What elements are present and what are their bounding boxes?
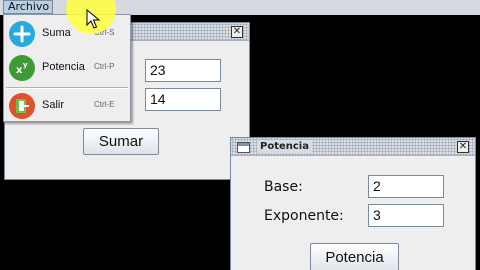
potencia-window: Potencia ✕ Base: 2 Exponente: 3 Potencia	[230, 137, 476, 270]
mouse-pointer-icon	[86, 9, 100, 29]
menu-item-label: Potencia	[42, 61, 85, 73]
svg-text:y: y	[23, 61, 28, 69]
archivo-dropdown: Suma Ctrl-S x y Potencia Ctrl-P Salir Ct…	[3, 14, 131, 122]
close-icon[interactable]: ✕	[231, 26, 243, 38]
exit-icon	[9, 93, 35, 119]
base-field[interactable]: 2	[368, 175, 444, 198]
exponente-label: Exponente:	[264, 208, 344, 224]
menu-item-accelerator: Ctrl-P	[94, 62, 115, 71]
base-label: Base:	[264, 179, 303, 195]
menu-item-label: Suma	[42, 27, 71, 39]
suma-field-2[interactable]: 14	[145, 88, 221, 111]
suma-field-1[interactable]: 23	[145, 59, 221, 82]
menu-item-potencia[interactable]: x y Potencia Ctrl-P	[4, 51, 130, 83]
potencia-titlebar[interactable]: Potencia ✕	[231, 138, 475, 156]
sumar-button[interactable]: Sumar	[83, 128, 159, 155]
menu-item-accelerator: Ctrl-E	[94, 100, 115, 109]
potencia-title: Potencia	[257, 140, 312, 153]
menu-archivo[interactable]: Archivo	[3, 0, 53, 14]
menu-item-salir[interactable]: Salir Ctrl-E	[4, 89, 130, 121]
menu-item-label: Salir	[42, 99, 65, 111]
xy-icon: x y	[9, 55, 35, 81]
svg-text:x: x	[16, 65, 23, 76]
potencia-button[interactable]: Potencia	[310, 243, 399, 270]
close-icon[interactable]: ✕	[457, 141, 469, 153]
plus-icon	[9, 21, 35, 47]
window-icon	[237, 142, 250, 153]
exponente-field[interactable]: 3	[368, 204, 444, 227]
